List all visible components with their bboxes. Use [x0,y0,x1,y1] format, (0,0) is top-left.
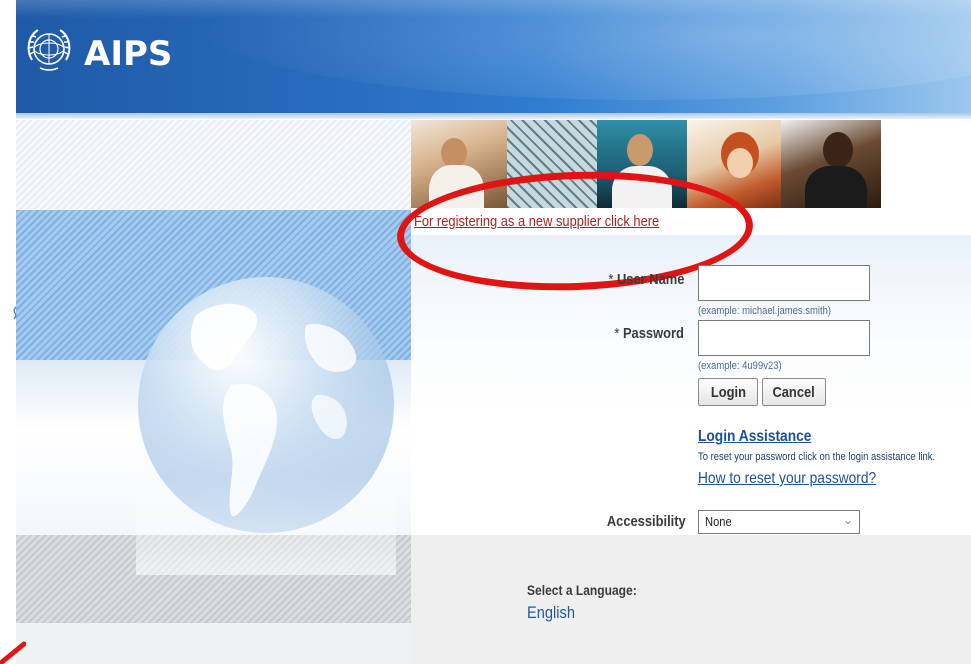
red-arrow-fragment [0,641,26,664]
globe-image [136,245,396,575]
cancel-button[interactable]: Cancel [762,378,826,406]
header-divider [16,113,971,119]
businessman-photo [781,120,881,208]
login-page: AIPS For registering as a new supplier c… [0,0,971,664]
chevron-down-icon: ⌄ [842,513,853,527]
logo-text: AIPS [84,34,173,74]
login-assistance-link[interactable]: Login Assistance [698,428,811,446]
reset-instructions: To reset your password click on the logi… [698,451,936,463]
cancel-button-label: Cancel [772,383,816,401]
password-input[interactable] [698,320,870,356]
password-label-text: Password [623,325,684,342]
annotation-mark [13,306,17,320]
username-label-text: User Name [616,271,684,288]
un-emblem-icon [27,29,71,71]
accessibility-selected-value: None [705,514,732,529]
reset-password-link[interactable]: How to reset your password? [698,470,876,488]
language-background [411,535,971,664]
login-button-label: Login [710,383,746,401]
banner-shine [16,0,971,18]
header-banner: AIPS [16,0,971,113]
required-mark: * [607,271,613,288]
accessibility-label: Accessibility [607,513,686,530]
password-hint: (example: 4u99v23) [698,360,782,372]
accessibility-select[interactable]: None ⌄ [698,510,860,534]
password-label: * Password [614,325,684,342]
stripe-band-bottom [16,623,411,664]
decorative-left-panel [16,120,411,664]
language-title: Select a Language: [527,582,637,598]
username-hint: (example: michael.james.smith) [698,305,832,317]
username-input[interactable] [698,265,870,301]
required-mark: * [614,325,620,342]
language-english-link[interactable]: English [527,603,575,623]
login-button[interactable]: Login [698,378,758,406]
username-label: * User Name [608,271,684,288]
stripe-band [16,120,411,210]
